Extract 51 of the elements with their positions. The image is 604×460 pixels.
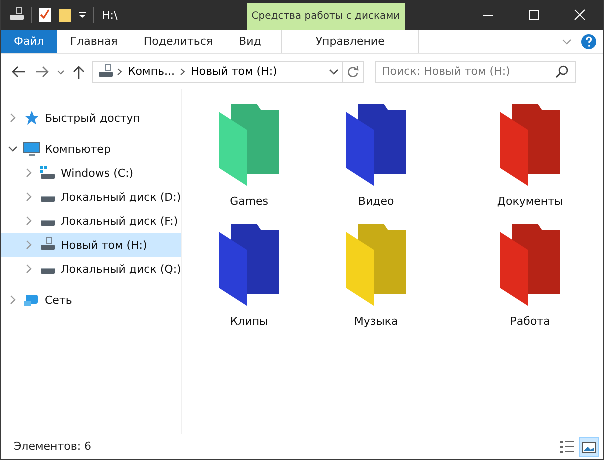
tree-label: Новый том (H:) — [61, 238, 148, 252]
folder-name: Музыка — [354, 315, 398, 328]
tree-label: Компьютер — [45, 142, 111, 156]
ribbon-tab[interactable]: Управление — [281, 30, 420, 53]
folder-name: Games — [230, 195, 269, 208]
folder-name: Видео — [358, 195, 394, 208]
folder-name: Клипы — [230, 315, 268, 328]
tree-item[interactable]: Сеть — [1, 288, 182, 312]
tree-item[interactable]: Компьютер — [1, 137, 182, 161]
help-icon[interactable] — [581, 34, 597, 50]
tree-label: Windows (C:) — [61, 166, 134, 180]
drive-icon — [41, 220, 55, 226]
view-button[interactable] — [579, 436, 599, 456]
context-tab-group: Средства работы с дисками — [247, 3, 405, 30]
tree-item[interactable]: Локальный диск (D:) — [1, 185, 182, 209]
folder-name: Работа — [510, 315, 550, 328]
properties-icon[interactable] — [38, 7, 52, 23]
status-text: Элементов: 6 — [14, 440, 93, 453]
tree-item[interactable]: Локальный диск (F:) — [1, 209, 182, 233]
drive-icon — [39, 237, 57, 253]
tree-label: Локальный диск (Q:) — [61, 262, 182, 276]
tree-label: Сеть — [45, 294, 72, 306]
tree-item[interactable]: Локальный диск (Q:) — [1, 257, 182, 281]
star-icon — [23, 110, 41, 126]
tree-label: Локальный диск (F:) — [61, 214, 178, 228]
file-tab[interactable]: Файл — [1, 30, 58, 53]
up-icon[interactable] — [72, 64, 86, 80]
monitor-icon — [23, 141, 41, 157]
drive-icon — [41, 268, 55, 274]
search-field[interactable]: Поиск: Новый том (H:) — [375, 60, 576, 82]
forward-icon[interactable] — [34, 64, 50, 80]
breadcrumb[interactable]: Новый том (H:) — [188, 65, 280, 78]
tree-item[interactable]: Быстрый доступ — [1, 106, 182, 130]
back-icon[interactable] — [11, 64, 27, 80]
folder-icon[interactable] — [58, 7, 72, 23]
folder-name: Документы — [497, 195, 564, 208]
network-icon — [23, 292, 41, 308]
window-title: H:\ — [102, 8, 118, 22]
chevron-icon[interactable] — [115, 66, 125, 78]
drive-icon — [41, 196, 55, 202]
tree-label: Быстрый доступ — [45, 112, 140, 124]
search-icon[interactable] — [555, 64, 569, 78]
breadcrumb[interactable]: Компь... — [125, 65, 178, 78]
tree-item[interactable]: Новый том (H:) — [1, 233, 182, 257]
drive-icon[interactable] — [9, 7, 25, 23]
tree-item[interactable]: Windows (C:) — [1, 161, 182, 185]
tree-label: Локальный диск (D:) — [61, 190, 182, 204]
drive-icon — [97, 64, 115, 80]
details-view-icon — [559, 438, 575, 454]
refresh-icon[interactable] — [346, 64, 360, 78]
drive-icon — [39, 165, 57, 181]
